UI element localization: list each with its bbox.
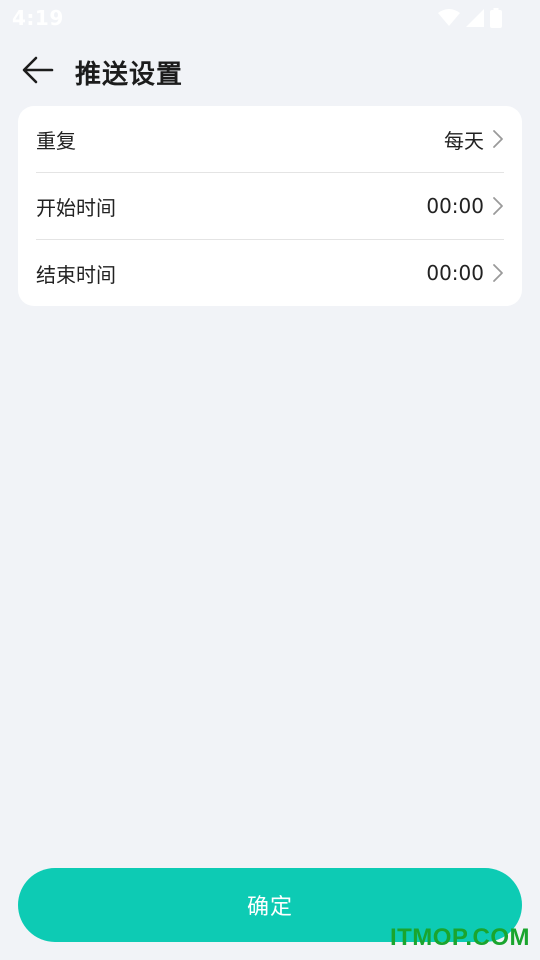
chevron-right-icon (492, 196, 504, 216)
settings-row-end-time[interactable]: 结束时间 00:00 (36, 239, 504, 306)
back-button[interactable] (16, 52, 60, 92)
wifi-icon (438, 9, 460, 27)
row-label: 结束时间 (36, 262, 116, 287)
arrow-left-icon (22, 56, 54, 88)
settings-card: 重复 每天 开始时间 00:00 结束时间 00:00 (18, 106, 522, 306)
cellular-signal-icon (466, 9, 484, 27)
app-bar: 推送设置 (0, 44, 540, 100)
status-time: 4:19 (12, 6, 64, 30)
battery-icon (490, 8, 502, 28)
chevron-right-icon (492, 263, 504, 283)
row-value: 00:00 (426, 194, 484, 218)
page-title: 推送设置 (75, 60, 184, 90)
row-value: 每天 (444, 128, 484, 153)
watermark-logo: ITMOP.COM (389, 924, 530, 951)
settings-row-repeat[interactable]: 重复 每天 (36, 106, 504, 172)
row-value: 00:00 (426, 261, 484, 285)
chevron-right-icon (492, 129, 504, 149)
row-label: 开始时间 (36, 195, 116, 220)
settings-row-start-time[interactable]: 开始时间 00:00 (36, 172, 504, 239)
status-icons (438, 8, 502, 28)
row-label: 重复 (36, 128, 76, 153)
status-bar: 4:19 (0, 0, 540, 36)
